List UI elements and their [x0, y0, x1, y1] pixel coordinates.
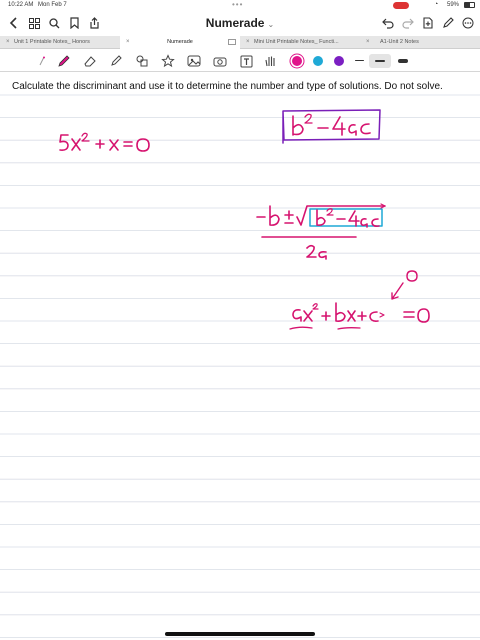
chevron-down-icon[interactable]: ⌄: [267, 20, 274, 29]
status-bar: 10:22 AM Mon Feb 7 ••• ◔ 59%: [0, 0, 480, 10]
color-swatch-purple[interactable]: [334, 56, 344, 66]
shapes-icon[interactable]: [134, 53, 150, 69]
text-tool-icon[interactable]: [238, 53, 254, 69]
eraser-icon[interactable]: [82, 53, 98, 69]
handwriting-layer: [59, 109, 430, 330]
image-icon[interactable]: [186, 53, 202, 69]
split-view-icon[interactable]: [228, 39, 236, 45]
document-tabs: × Unit 1 Printable Notes_ Honors × Numer…: [0, 36, 480, 49]
search-icon[interactable]: [46, 15, 62, 31]
battery-icon: [464, 2, 475, 8]
battery-percent: 59%: [447, 2, 460, 8]
share-icon[interactable]: [86, 15, 102, 31]
add-page-icon[interactable]: [420, 15, 436, 31]
handwritten-standard-form: [289, 270, 430, 330]
more-options-icon[interactable]: [460, 15, 476, 31]
color-swatch-blue[interactable]: [313, 56, 323, 66]
handwritten-quadratic-formula: [256, 203, 386, 260]
bookmark-icon[interactable]: [66, 15, 82, 31]
top-toolbar: Numerade ⌄: [0, 12, 480, 34]
tab-numerade[interactable]: × Numerade: [120, 36, 240, 49]
stroke-width-thick[interactable]: [398, 59, 408, 63]
multitasking-dots-icon[interactable]: •••: [232, 0, 243, 9]
close-tab-icon[interactable]: ×: [246, 39, 250, 45]
redo-icon[interactable]: [400, 15, 416, 31]
hand-scroll-icon[interactable]: [262, 53, 278, 69]
back-chevron-icon[interactable]: [6, 15, 22, 31]
handwritten-equation: [59, 132, 150, 152]
tab-unit1-notes[interactable]: × Unit 1 Printable Notes_ Honors: [0, 36, 120, 49]
pen-tool-icon[interactable]: [56, 53, 72, 69]
screen-recording-icon[interactable]: [393, 2, 409, 9]
edit-pen-icon[interactable]: [440, 15, 456, 31]
document-title[interactable]: Numerade: [206, 16, 265, 30]
tab-a1-unit2-notes[interactable]: × A1-Unit 2 Notes: [360, 36, 480, 49]
handwritten-discriminant-box: [282, 109, 381, 144]
undo-icon[interactable]: [380, 15, 396, 31]
status-time: 10:22 AM: [8, 2, 34, 8]
lasso-icon[interactable]: [36, 53, 52, 69]
status-date: Mon Feb 7: [38, 2, 67, 8]
close-tab-icon[interactable]: ×: [6, 39, 10, 45]
close-tab-icon[interactable]: ×: [366, 39, 370, 45]
highlighter-icon[interactable]: [108, 53, 124, 69]
star-icon[interactable]: [160, 53, 176, 69]
color-swatch-pink[interactable]: [292, 56, 302, 66]
tab-mini-unit-notes[interactable]: × Mini Unit Printable Notes_ Functi...: [240, 36, 360, 49]
home-indicator[interactable]: [165, 632, 315, 636]
drawing-toolbar: [0, 50, 480, 72]
grid-view-icon[interactable]: [26, 15, 42, 31]
stroke-width-thin[interactable]: [355, 60, 364, 61]
notebook-page[interactable]: Calculate the discriminant and use it to…: [0, 73, 480, 640]
stroke-width-medium[interactable]: [375, 60, 385, 62]
camera-icon[interactable]: [212, 53, 228, 69]
wifi-icon: ◔: [434, 1, 439, 8]
